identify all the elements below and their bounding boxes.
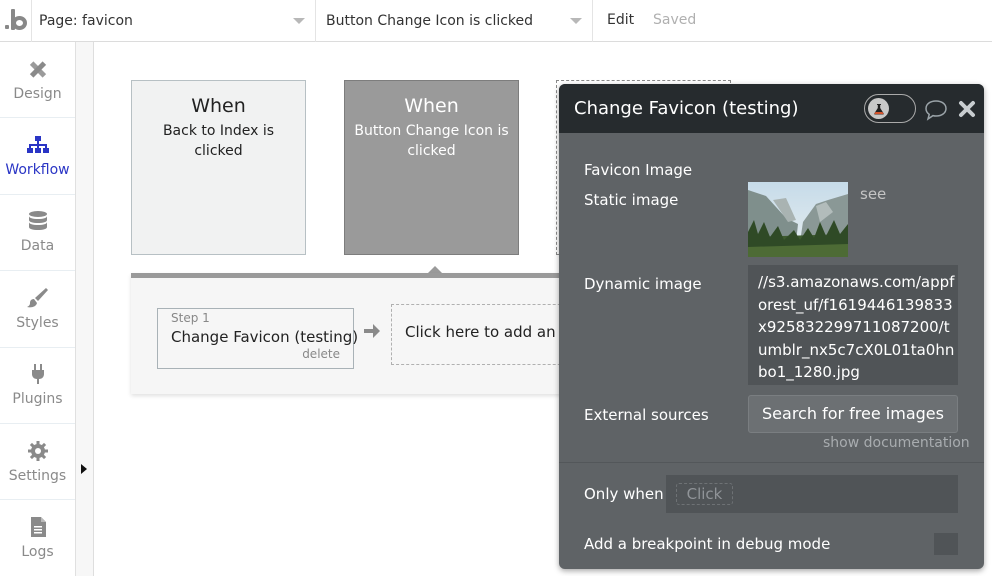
see-image-link[interactable]: see <box>860 185 886 203</box>
breakpoint-checkbox[interactable] <box>934 533 958 555</box>
sidebar-item-label: Styles <box>16 314 59 331</box>
arrow-right-icon <box>364 324 380 338</box>
sidebar-item-label: Data <box>20 238 55 255</box>
delete-step-link[interactable]: delete <box>302 347 340 361</box>
toggle-knob <box>868 98 889 119</box>
bubble-logo[interactable] <box>0 0 32 42</box>
event-dropdown[interactable]: Button Change Icon is clicked <box>316 0 593 42</box>
gear-icon <box>26 440 50 462</box>
event-dropdown-value: Button Change Icon is clicked <box>326 13 534 29</box>
sidebar-item-styles[interactable]: Styles <box>0 271 75 348</box>
sidebar-item-plugins[interactable]: Plugins <box>0 348 75 424</box>
favicon-image-label: Favicon Image <box>584 161 693 179</box>
step-number: Step 1 <box>171 311 210 325</box>
panel-divider <box>559 462 984 463</box>
search-free-images-button[interactable]: Search for free images <box>748 395 958 433</box>
event-description: Button Change Icon is clicked <box>354 123 509 159</box>
event-card-selected[interactable]: When Button Change Icon is clicked <box>344 80 519 255</box>
test-mode-toggle[interactable] <box>864 94 916 123</box>
action-step[interactable]: Step 1 Change Favicon (testing) delete <box>157 308 358 369</box>
database-icon <box>26 210 50 232</box>
dynamic-image-field[interactable]: //s3.amazonaws.com/appforest_uf/f1619446… <box>748 265 958 385</box>
sidebar-item-label: Logs <box>21 544 54 561</box>
top-bar: Page: favicon Button Change Icon is clic… <box>0 0 992 42</box>
breakpoint-label: Add a breakpoint in debug mode <box>584 535 831 553</box>
edit-menu[interactable]: Edit <box>607 12 634 28</box>
event-description: Back to Index is clicked <box>162 123 275 159</box>
left-sidebar: Design Workflow Data Styles Plugins Sett… <box>0 42 76 576</box>
sidebar-item-logs[interactable]: Logs <box>0 500 75 576</box>
event-when-label: When <box>404 95 459 117</box>
plug-icon <box>26 363 50 385</box>
dynamic-image-label: Dynamic image <box>584 275 702 293</box>
chevron-down-icon <box>293 18 305 24</box>
only-when-condition-field[interactable]: Click <box>666 475 958 513</box>
save-status: Saved <box>653 12 697 28</box>
document-icon <box>26 516 50 538</box>
flask-icon <box>873 103 884 114</box>
only-when-label: Only when <box>584 485 664 503</box>
pencil-ruler-icon <box>26 58 50 80</box>
static-image-thumbnail[interactable] <box>748 182 848 257</box>
sidebar-item-settings[interactable]: Settings <box>0 424 75 501</box>
sidebar-item-workflow[interactable]: Workflow <box>0 118 75 195</box>
sidebar-item-label: Workflow <box>5 162 70 179</box>
panel-title: Change Favicon (testing) <box>574 98 799 119</box>
add-action-button[interactable]: Click here to add an action... <box>391 304 581 365</box>
panel-header: Change Favicon (testing) <box>559 84 984 133</box>
close-icon[interactable] <box>958 100 976 118</box>
logo-dot <box>5 25 9 29</box>
page-dropdown[interactable]: Page: favicon <box>32 0 316 42</box>
only-when-placeholder[interactable]: Click <box>676 483 733 505</box>
comment-icon[interactable] <box>924 99 948 121</box>
show-documentation-link[interactable]: show documentation <box>823 435 970 451</box>
chevron-down-icon <box>570 18 582 24</box>
step-name: Change Favicon (testing) <box>171 328 359 346</box>
sidebar-item-data[interactable]: Data <box>0 195 75 272</box>
action-property-editor: Change Favicon (testing) Favicon Image S… <box>559 84 984 569</box>
expand-arrow-icon[interactable] <box>81 464 87 474</box>
page-dropdown-value: Page: favicon <box>39 13 133 29</box>
sidebar-item-label: Design <box>13 85 62 102</box>
sidebar-item-label: Plugins <box>12 391 63 408</box>
sidebar-item-label: Settings <box>8 467 67 484</box>
static-image-label: Static image <box>584 191 679 209</box>
event-when-label: When <box>191 95 246 117</box>
logo-b-bowl <box>12 16 27 30</box>
collapse-gutter[interactable] <box>76 42 94 576</box>
paintbrush-icon <box>26 287 50 309</box>
sidebar-item-design[interactable]: Design <box>0 42 75 119</box>
sitemap-icon <box>26 134 50 156</box>
external-sources-label: External sources <box>584 406 709 424</box>
event-card[interactable]: When Back to Index is clicked <box>131 80 306 255</box>
